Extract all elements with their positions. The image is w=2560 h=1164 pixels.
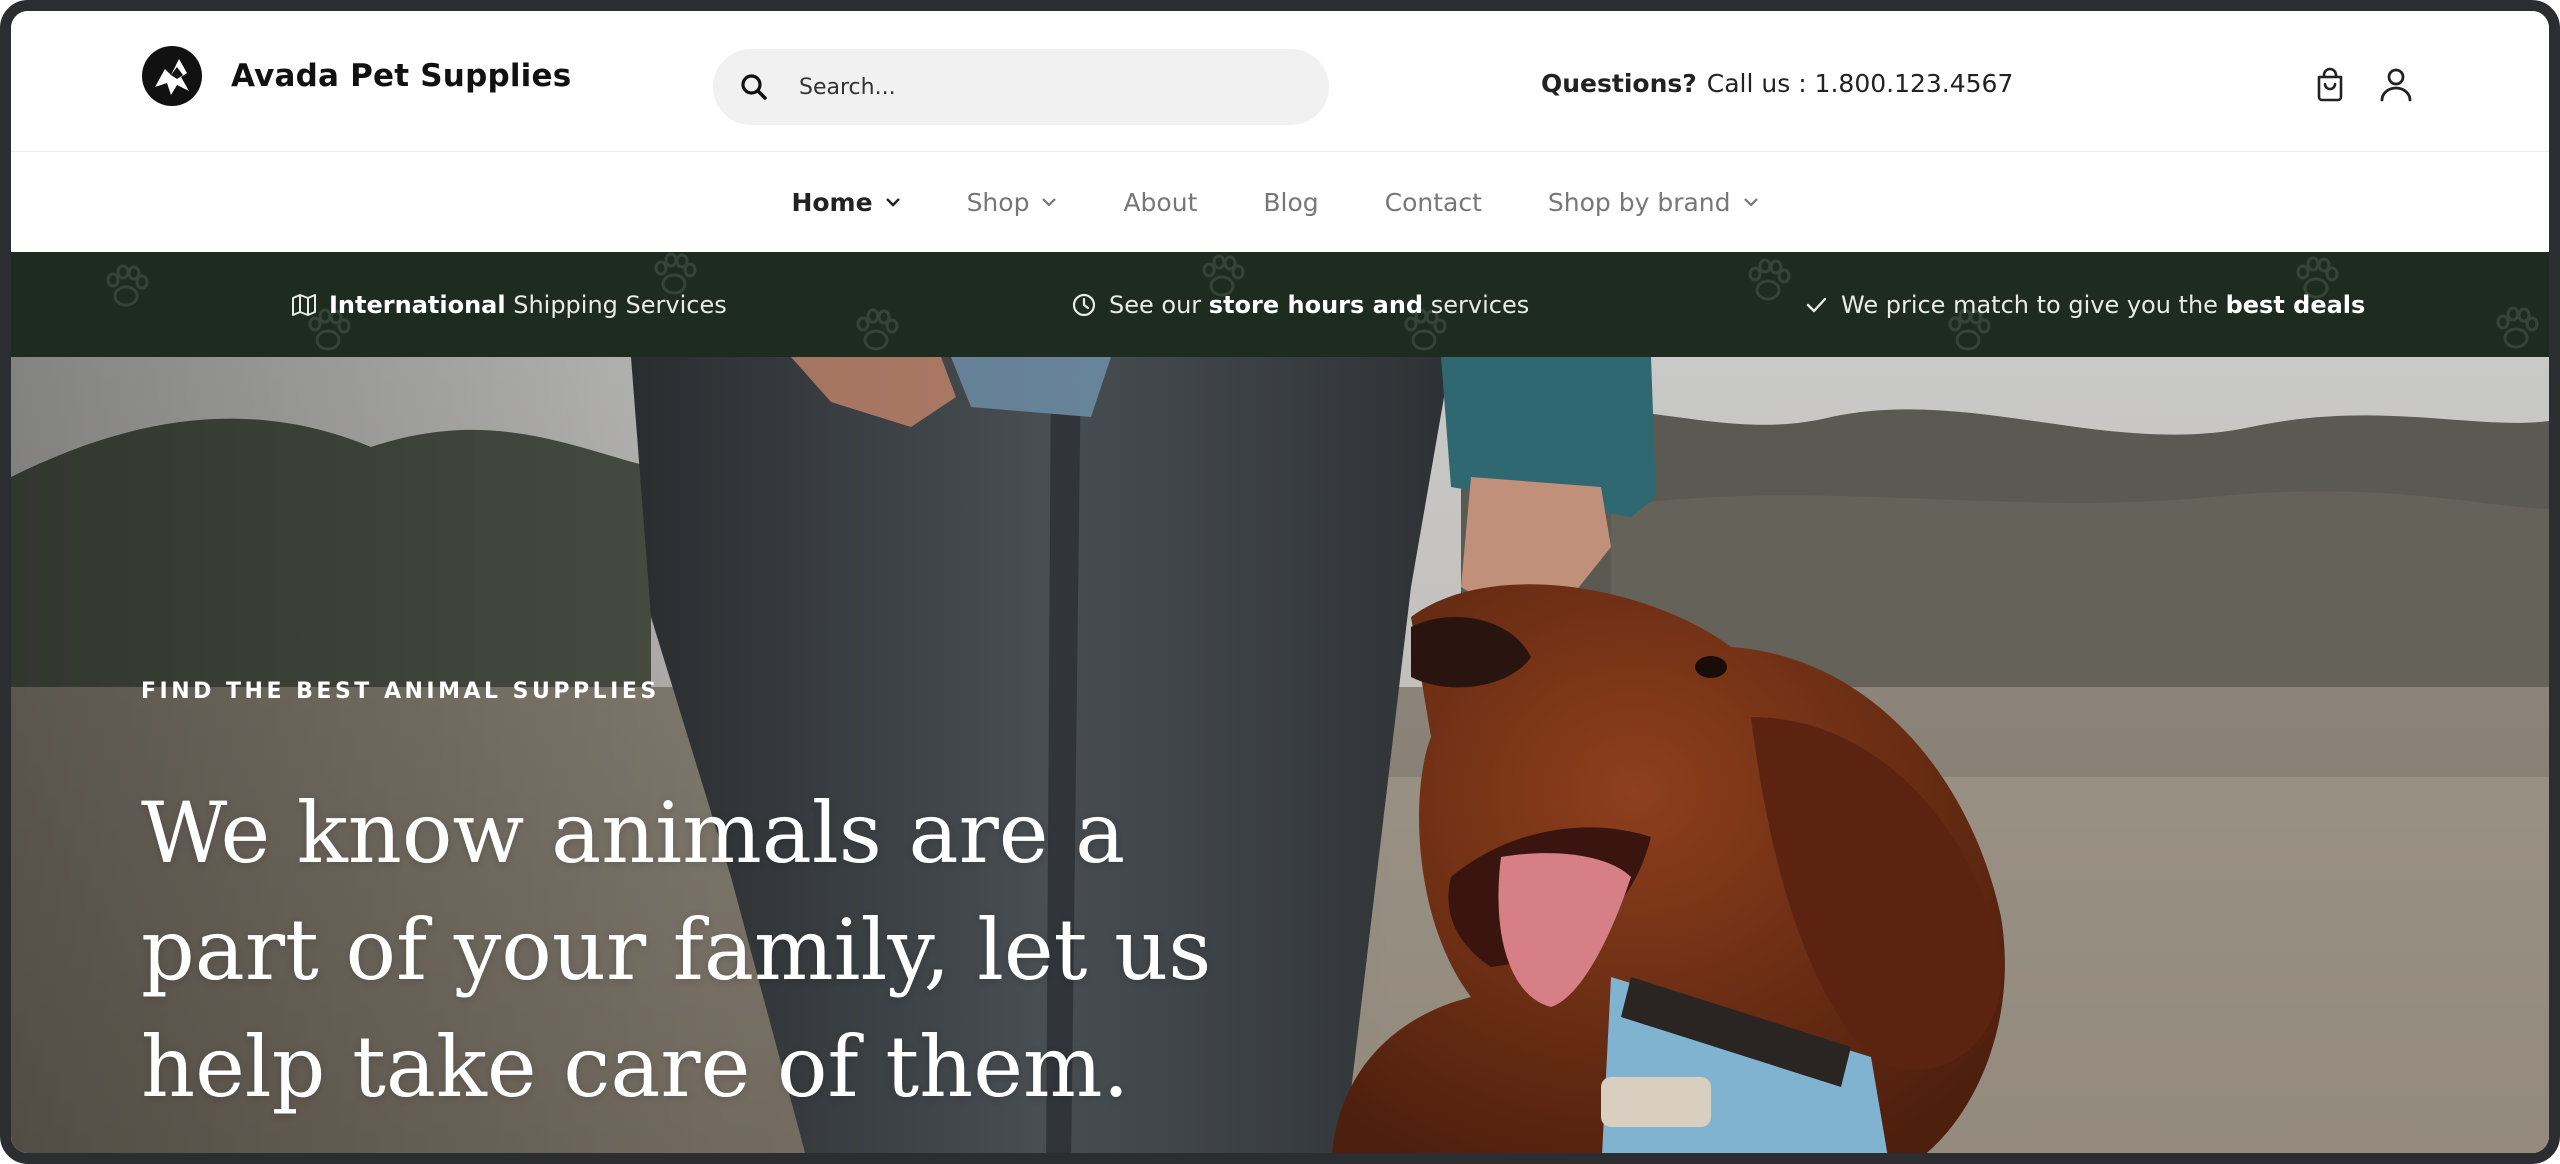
promo-shipping[interactable]: International Shipping Services — [291, 252, 727, 357]
hero-eyebrow: FIND THE BEST ANIMAL SUPPLIES — [141, 679, 660, 704]
chevron-down-icon — [1042, 198, 1057, 207]
promo-hours-pre: See our — [1109, 290, 1209, 319]
map-icon — [292, 293, 316, 316]
hero-headline-line: We know animals are a — [141, 784, 1126, 882]
main-navigation: Home Shop About Blog Contact Shop by bra… — [11, 152, 2549, 252]
nav-item-home[interactable]: Home — [791, 188, 900, 217]
cart-icon[interactable] — [2311, 65, 2349, 103]
nav-item-label: About — [1123, 187, 1198, 217]
browser-frame: Avada Pet Supplies Questions? Call us : 1… — [0, 0, 2560, 1164]
promo-hours-bold: store hours and — [1208, 290, 1424, 319]
contact-phone[interactable]: Call us : 1.800.123.4567 — [1707, 69, 2014, 98]
search-input[interactable] — [797, 73, 1281, 101]
promo-price-bold: best deals — [2225, 290, 2366, 319]
contact-info: Questions? Call us : 1.800.123.4567 — [1541, 69, 2013, 98]
nav-item-contact[interactable]: Contact — [1385, 188, 1482, 217]
promo-shipping-bold: International — [329, 290, 506, 319]
paw-print-icon — [2496, 306, 2539, 349]
contact-question-label: Questions? — [1541, 69, 1697, 98]
paw-print-icon — [856, 308, 899, 351]
nav-item-shop[interactable]: Shop — [967, 188, 1058, 217]
clock-icon — [1072, 293, 1096, 316]
nav-item-label: Blog — [1263, 187, 1319, 217]
chevron-down-icon — [885, 198, 900, 207]
hero-headline-line: part of your family, let us — [141, 901, 1212, 999]
header-actions — [2311, 65, 2415, 103]
paw-print-icon — [106, 264, 149, 307]
promo-shipping-text: Shipping Services — [505, 290, 727, 319]
user-icon[interactable] — [2377, 65, 2415, 103]
nav-item-label: Shop by brand — [1547, 187, 1731, 217]
brand-name: Avada Pet Supplies — [231, 58, 572, 94]
nav-item-about[interactable]: About — [1123, 188, 1197, 217]
search-icon[interactable] — [739, 72, 769, 102]
chevron-down-icon — [1743, 198, 1758, 207]
paw-print-icon — [1748, 258, 1791, 301]
promo-store-hours[interactable]: See our store hours and services — [1071, 252, 1529, 357]
announcement-bar: International Shipping Services See our … — [11, 252, 2549, 357]
site-header: Avada Pet Supplies Questions? Call us : 1… — [11, 11, 2549, 152]
brand-logo[interactable]: Avada Pet Supplies — [141, 45, 571, 107]
hero-banner: FIND THE BEST ANIMAL SUPPLIES We know an… — [11, 357, 2549, 1153]
nav-item-label: Shop — [966, 187, 1030, 217]
hero-headline-line: help take care of them. — [141, 1018, 1130, 1116]
nav-item-label: Home — [791, 187, 873, 217]
promo-hours-text: services — [1423, 290, 1530, 319]
hero-headline: We know animals are a part of your famil… — [141, 775, 1261, 1126]
check-icon — [1806, 297, 1827, 312]
logo-icon — [142, 46, 202, 106]
promo-price-pre: We price match to give you the — [1841, 290, 2226, 319]
nav-item-shop-by-brand[interactable]: Shop by brand — [1548, 188, 1759, 217]
nav-item-blog[interactable]: Blog — [1263, 188, 1318, 217]
promo-price-match[interactable]: We price match to give you the best deal… — [1803, 252, 2365, 357]
search-bar — [713, 49, 1329, 125]
nav-item-label: Contact — [1384, 187, 1482, 217]
